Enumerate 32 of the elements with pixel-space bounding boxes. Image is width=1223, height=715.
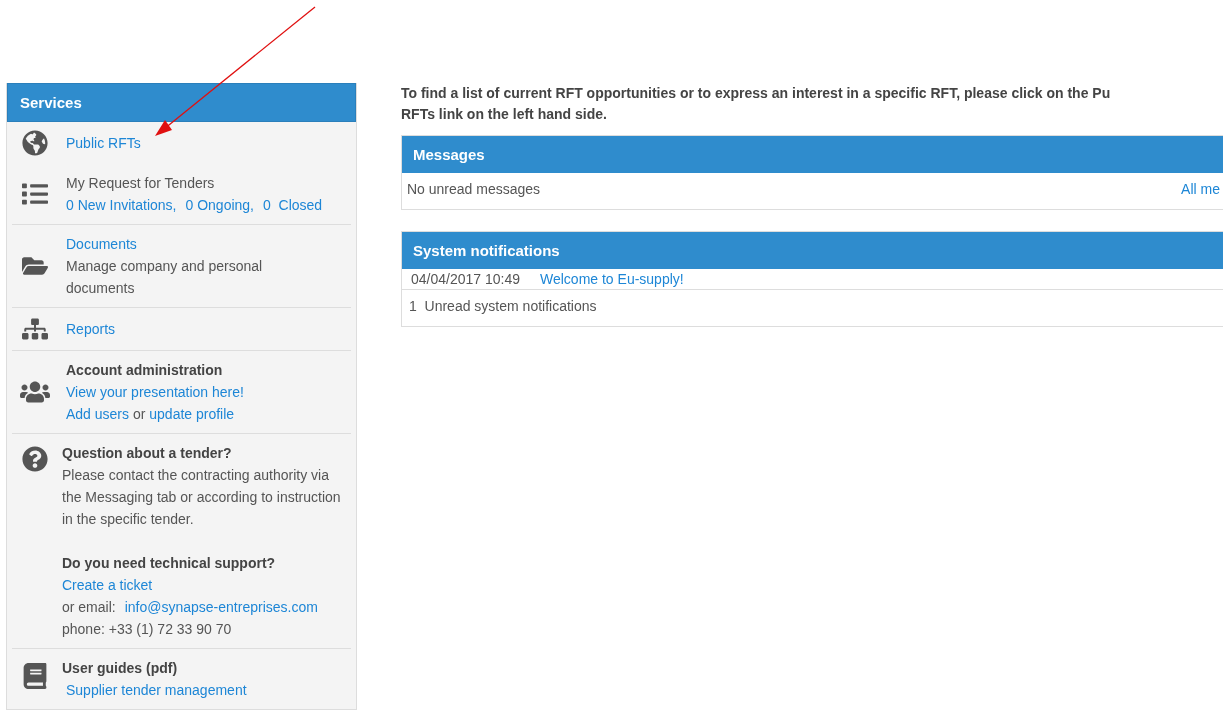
intro-text: RFTs link on the left hand side. — [401, 105, 608, 124]
email-link[interactable]: info@synapse-entreprises.com — [124, 596, 318, 618]
documents-description: Manage company and personal documents — [66, 257, 264, 298]
email-label: or email: — [62, 598, 116, 617]
account-action-link[interactable]: Add users — [66, 406, 130, 422]
all-messages-link[interactable]: All me — [1181, 181, 1220, 197]
support-heading: Do you need technical support? — [62, 554, 277, 573]
documents-link[interactable]: Documents — [66, 233, 137, 255]
notification-time: 04/04/2017 10:49 — [411, 271, 520, 287]
services-header: Services — [7, 83, 356, 122]
messages-status: No unread messages — [407, 181, 541, 197]
messages-header: Messages — [402, 136, 1223, 173]
tender-count-link[interactable]: 0 Closed — [263, 194, 323, 216]
intro-text: To find a list of current RFT opportunities or to express an interest in a specific RFT, please click on the Pu — [401, 84, 1112, 103]
reports-link[interactable]: Reports — [66, 321, 116, 337]
notifications-summary: 1 Unread system notifications — [409, 298, 597, 314]
tender-count-link[interactable]: 0 Ongoing, — [185, 194, 254, 216]
question-text: Please contact the contracting authority via the Messaging tab or according to instruction in the specific tender. — [62, 466, 342, 529]
tenders-title: My Request for Tenders — [66, 174, 216, 193]
account-heading: Account administration — [66, 361, 224, 380]
phone-text: phone: +33 (1) 72 33 90 70 — [62, 620, 233, 639]
guides-heading: User guides (pdf) — [62, 659, 179, 678]
guide-link[interactable]: Supplier tender management — [62, 679, 247, 701]
presentation-link[interactable]: View your presentation here! — [66, 381, 244, 403]
tender-count-link[interactable]: 0 New Invitations, — [66, 194, 177, 216]
account-actions-text: Add users or update profile — [66, 405, 235, 424]
account-action-link[interactable]: update profile — [149, 406, 235, 422]
public-rfts-link[interactable]: Public RFTs — [66, 135, 141, 151]
notification-link[interactable]: Welcome to Eu-supply! — [540, 271, 684, 287]
notifications-header: System notifications — [402, 232, 1223, 269]
create-ticket-link[interactable]: Create a ticket — [62, 574, 153, 596]
question-heading: Question about a tender? — [62, 444, 233, 463]
